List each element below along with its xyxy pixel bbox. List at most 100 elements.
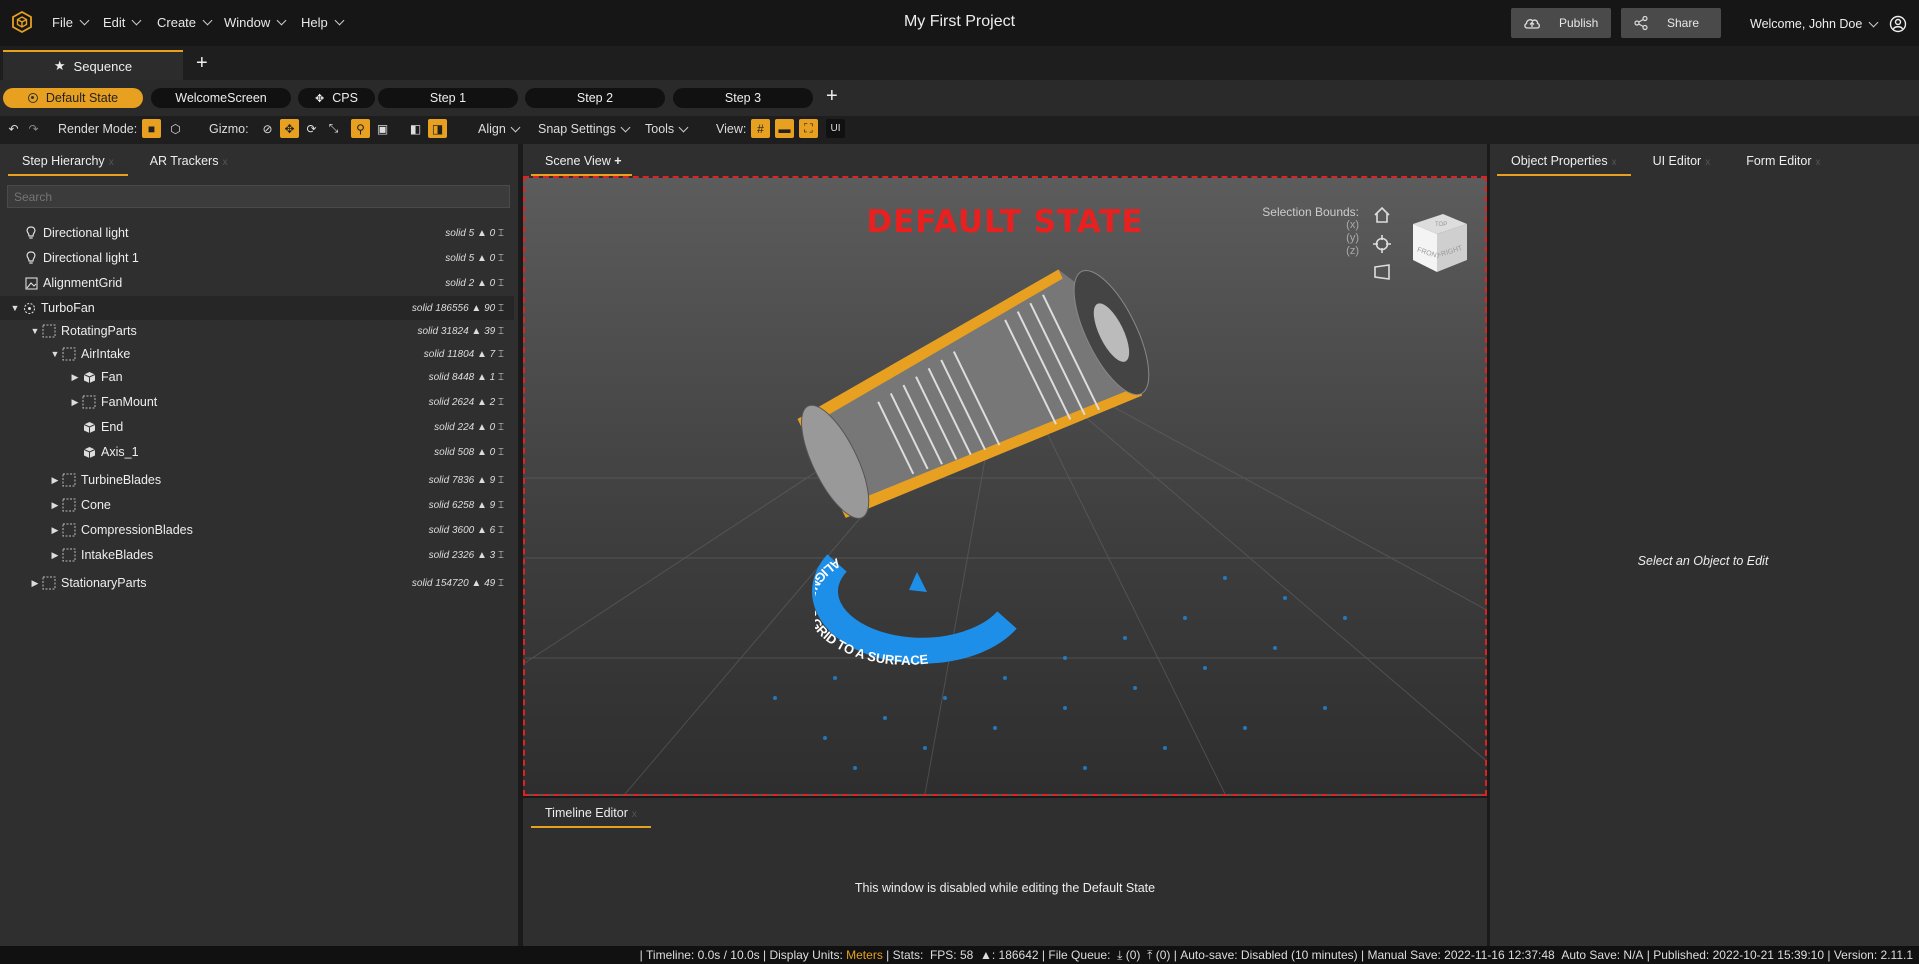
tree-row[interactable]: ▶ CompressionBlades solid 3600 ▲ 6 ⌶ <box>0 518 514 542</box>
tab-form-editor[interactable]: Form Editor x <box>1732 146 1834 176</box>
tree-item-visibility-icon[interactable]: ⌶ <box>498 525 504 536</box>
tree-row[interactable]: ▶ Cone solid 6258 ▲ 9 ⌶ <box>0 493 514 517</box>
step-welcomescreen[interactable]: WelcomeScreen <box>151 88 291 108</box>
global-space-icon[interactable]: ◨ <box>428 119 447 138</box>
caret-down-icon[interactable]: ▼ <box>50 349 60 359</box>
ui-view-toggle[interactable]: UI <box>826 119 845 138</box>
tree-item-visibility-icon[interactable]: ⌶ <box>498 326 504 337</box>
close-icon[interactable]: x <box>1705 157 1710 168</box>
tree-row[interactable]: ▼ AirIntake solid 11804 ▲ 7 ⌶ <box>0 342 514 366</box>
caret-right-icon[interactable]: ▶ <box>50 525 60 536</box>
tree-item-visibility-icon[interactable]: ⌶ <box>498 397 504 408</box>
close-icon[interactable]: x <box>222 157 227 168</box>
tree-item-visibility-icon[interactable]: ⌶ <box>498 253 504 264</box>
tab-sequence[interactable]: ★ Sequence <box>3 50 183 80</box>
scene-viewport[interactable]: DEFAULT STATE Selection Bounds: (x) (y) … <box>523 176 1487 796</box>
tree-item-visibility-icon[interactable]: ⌶ <box>498 447 504 458</box>
caret-right-icon[interactable]: ▶ <box>30 578 40 589</box>
tab-ar-trackers[interactable]: AR Trackers x <box>136 146 242 176</box>
wireframe-render-icon[interactable]: ⬡ <box>166 119 185 138</box>
tree-item-visibility-icon[interactable]: ⌶ <box>498 550 504 561</box>
bounds-view-icon[interactable]: ⛶ <box>799 119 818 138</box>
menu-edit[interactable]: Edit <box>103 15 142 30</box>
tree-item-stats: solid 186556 ▲ 90 ⌶ <box>412 303 504 314</box>
solid-render-icon[interactable]: ■ <box>142 119 161 138</box>
move-icon[interactable]: ✥ <box>280 119 299 138</box>
tab-timeline-editor[interactable]: Timeline Editor x <box>531 798 651 828</box>
tree-item-visibility-icon[interactable]: ⌶ <box>498 228 504 239</box>
caret-right-icon[interactable]: ▶ <box>50 500 60 511</box>
tree-item-visibility-icon[interactable]: ⌶ <box>498 349 504 360</box>
publish-button[interactable]: Publish <box>1511 8 1611 38</box>
view-cube-icon[interactable]: FRONT RIGHT TOP <box>1405 208 1471 276</box>
comment-view-icon[interactable]: ▬ <box>775 119 794 138</box>
status-display-units-value[interactable]: Meters <box>846 948 883 962</box>
local-space-icon[interactable]: ◧ <box>406 119 425 138</box>
step-3[interactable]: Step 3 <box>673 88 813 108</box>
step-2[interactable]: Step 2 <box>525 88 665 108</box>
rotate-icon[interactable]: ⟳ <box>302 119 321 138</box>
caret-right-icon[interactable]: ▶ <box>70 397 80 408</box>
menu-help[interactable]: Help <box>301 15 345 30</box>
tree-row[interactable]: ▶ StationaryParts solid 154720 ▲ 49 ⌶ <box>0 571 514 595</box>
tree-row[interactable]: Directional light 1 solid 5 ▲ 0 ⌶ <box>0 246 514 270</box>
caret-down-icon[interactable]: ▼ <box>10 303 20 313</box>
tree-item-visibility-icon[interactable]: ⌶ <box>498 303 504 314</box>
tree-row[interactable]: AlignmentGrid solid 2 ▲ 0 ⌶ <box>0 271 514 295</box>
add-sequence-button[interactable]: + <box>196 52 208 75</box>
home-icon[interactable] <box>1372 206 1392 224</box>
tree-row[interactable]: ▼ TurboFan solid 186556 ▲ 90 ⌶ <box>0 296 514 320</box>
tree-item-visibility-icon[interactable]: ⌶ <box>498 372 504 383</box>
tools-dropdown[interactable]: Tools <box>645 122 689 136</box>
select-disabled-icon[interactable]: ⊘ <box>258 119 277 138</box>
user-menu[interactable]: Welcome, John Doe <box>1750 15 1907 33</box>
caret-right-icon[interactable]: ▶ <box>50 550 60 561</box>
redo-icon[interactable]: ↷ <box>24 119 43 138</box>
close-icon[interactable]: x <box>109 157 114 168</box>
tab-step-hierarchy[interactable]: Step Hierarchy x <box>8 146 128 176</box>
tree-row[interactable]: ▶ IntakeBlades solid 2326 ▲ 3 ⌶ <box>0 543 514 567</box>
snap-settings-dropdown[interactable]: Snap Settings <box>538 122 631 136</box>
tree-item-visibility-icon[interactable]: ⌶ <box>498 278 504 289</box>
timeline-divider[interactable] <box>523 796 1487 798</box>
cube-logo-icon[interactable] <box>10 10 34 34</box>
tree-row[interactable]: ▼ RotatingParts solid 31824 ▲ 39 ⌶ <box>0 319 514 343</box>
tab-ui-editor[interactable]: UI Editor x <box>1639 146 1725 176</box>
tree-item-visibility-icon[interactable]: ⌶ <box>498 422 504 433</box>
tree-row[interactable]: Directional light solid 5 ▲ 0 ⌶ <box>0 221 514 245</box>
tree-row[interactable]: Axis_1 solid 508 ▲ 0 ⌶ <box>0 440 514 464</box>
share-button[interactable]: Share <box>1621 8 1721 38</box>
hierarchy-search-input[interactable] <box>7 185 510 208</box>
tree-row[interactable]: End solid 224 ▲ 0 ⌶ <box>0 415 514 439</box>
tree-item-visibility-icon[interactable]: ⌶ <box>498 500 504 511</box>
tree-item-visibility-icon[interactable]: ⌶ <box>498 578 504 589</box>
tab-object-properties[interactable]: Object Properties x <box>1497 146 1631 176</box>
add-step-button[interactable]: + <box>826 85 838 108</box>
close-icon[interactable]: x <box>1612 157 1617 168</box>
align-dropdown[interactable]: Align <box>478 122 521 136</box>
close-icon[interactable]: x <box>632 809 637 820</box>
scale-icon[interactable]: ⤡ <box>324 119 343 138</box>
menu-create[interactable]: Create <box>157 15 213 30</box>
tab-scene-view[interactable]: Scene View + <box>531 146 632 176</box>
pivot-icon[interactable]: ⚲ <box>351 119 370 138</box>
menu-file[interactable]: File <box>52 15 90 30</box>
menu-window[interactable]: Window <box>224 15 287 30</box>
plus-icon[interactable]: + <box>614 154 621 168</box>
caret-right-icon[interactable]: ▶ <box>50 475 60 486</box>
focus-target-icon[interactable] <box>1372 234 1392 254</box>
step-1[interactable]: Step 1 <box>378 88 518 108</box>
tree-row[interactable]: ▶ FanMount solid 2624 ▲ 2 ⌶ <box>0 390 514 414</box>
grid-view-icon[interactable]: # <box>751 119 770 138</box>
undo-icon[interactable]: ↶ <box>4 119 23 138</box>
tree-row[interactable]: ▶ TurbineBlades solid 7836 ▲ 9 ⌶ <box>0 468 514 492</box>
step-cps[interactable]: ✥ CPS <box>298 88 375 108</box>
tree-row[interactable]: ▶ Fan solid 8448 ▲ 1 ⌶ <box>0 365 514 389</box>
step-default-state[interactable]: Default State <box>3 88 143 108</box>
caret-down-icon[interactable]: ▼ <box>30 326 40 336</box>
caret-right-icon[interactable]: ▶ <box>70 372 80 383</box>
image-icon[interactable]: ▣ <box>373 119 392 138</box>
close-icon[interactable]: x <box>1816 157 1821 168</box>
perspective-icon[interactable] <box>1372 264 1392 280</box>
tree-item-visibility-icon[interactable]: ⌶ <box>498 475 504 486</box>
